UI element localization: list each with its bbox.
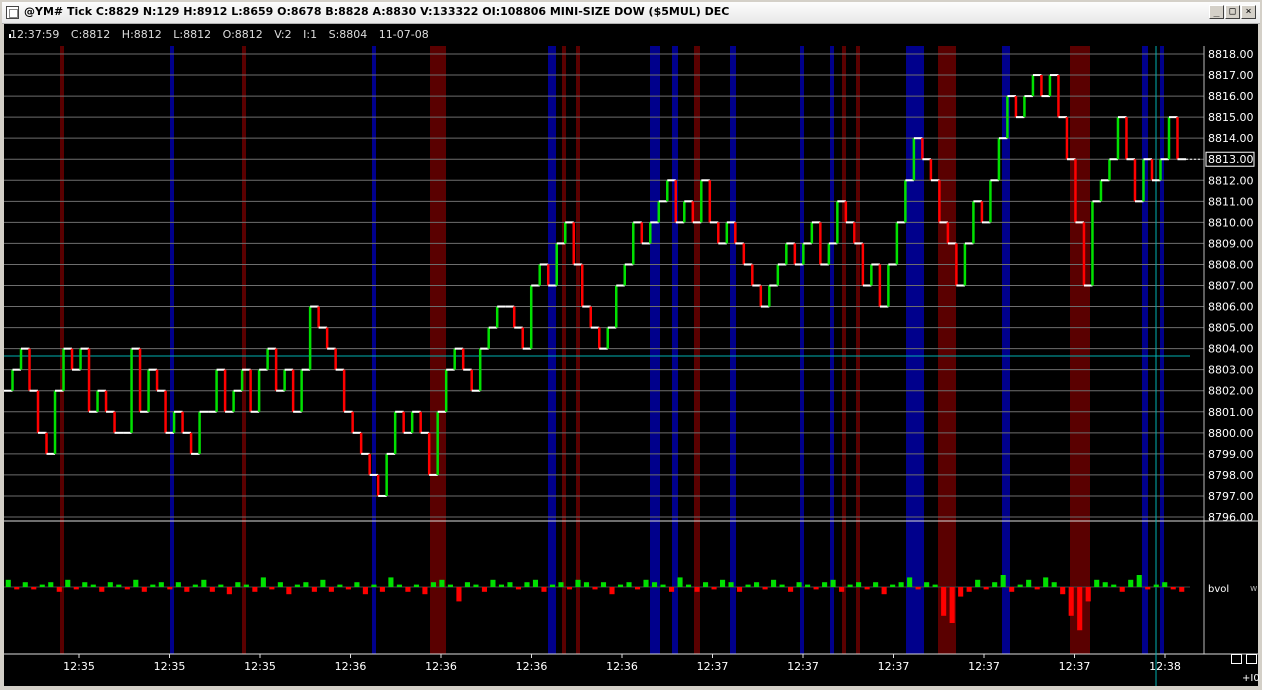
y-tick-label: 8806.00 [1208,301,1254,314]
y-tick-label: 8816.00 [1208,90,1254,103]
info-high: H:8812 [121,28,162,41]
y-tick-label: 8801.00 [1208,406,1254,419]
x-tick-label: 12:35 [244,660,276,673]
y-tick-label: 8804.00 [1208,343,1254,356]
window-title: @YM# Tick C:8829 N:129 H:8912 L:8659 O:8… [24,5,730,18]
chart-area[interactable]: 8818.00 8817.00 8816.00 8815.00 8814.00 8813.… [4,24,1260,686]
session-band-blue [1160,46,1164,654]
chart-window: @YM# Tick C:8829 N:129 H:8912 L:8659 O:8… [0,0,1262,690]
panel-toggle-button-1[interactable] [1231,654,1242,664]
session-band-red [242,46,246,654]
y-tick-label: 8799.00 [1208,448,1254,461]
session-band-red [938,46,956,654]
y-tick-label: 8810.00 [1208,216,1254,229]
session-band-red [562,46,566,654]
x-tick-label: 12:36 [606,660,638,673]
session-band-red [430,46,446,654]
session-band-blue [548,46,556,654]
session-band-blue [672,46,678,654]
session-band-blue [170,46,174,654]
x-tick-label: 12:37 [787,660,819,673]
y-tick-label: 8800.00 [1208,427,1254,440]
y-tick-label: 8807.00 [1208,280,1254,293]
session-band-blue [1142,46,1148,654]
info-s: S:8804 [328,28,368,41]
w-label: w [1250,584,1258,594]
x-tick-label: 12:37 [1059,660,1091,673]
y-tick-label: 8798.00 [1208,469,1254,482]
session-band-red [842,46,846,654]
price-chart[interactable]: 8818.00 8817.00 8816.00 8815.00 8814.00 8813.… [4,24,1258,686]
session-band-blue [730,46,736,654]
app-icon[interactable] [6,6,19,19]
x-tick-label: 12:35 [154,660,186,673]
y-tick-label: 8813.00 [1208,153,1254,166]
x-tick-label: 12:37 [968,660,1000,673]
title-bar[interactable]: @YM# Tick C:8829 N:129 H:8912 L:8659 O:8… [2,2,1260,24]
y-tick-label: 8805.00 [1208,322,1254,335]
session-band-blue [800,46,804,654]
session-band-red [856,46,860,654]
session-band-red [694,46,700,654]
session-band-blue [830,46,834,654]
x-tick-label: 12:38 [1149,660,1181,673]
y-tick-label: 8815.00 [1208,111,1254,124]
panel-toggle-button-2[interactable] [1246,654,1257,664]
minimize-button[interactable]: _ [1209,5,1224,19]
y-tick-label: 8797.00 [1208,490,1254,503]
y-tick-label: 8796.00 [1208,511,1254,524]
y-tick-label: 8802.00 [1208,385,1254,398]
x-tick-label: 12:37 [878,660,910,673]
x-tick-label: 12:36 [335,660,367,673]
panel-add-label[interactable]: +I0 [1242,673,1260,684]
maximize-button[interactable]: □ [1225,5,1240,19]
info-volume: V:2 [274,28,292,41]
info-time: 12:37:59 [10,28,60,41]
y-tick-label: 8811.00 [1208,195,1254,208]
info-open: O:8812 [222,28,263,41]
session-band-blue [372,46,376,654]
bvol-label: bvol [1208,584,1230,595]
session-band-blue [650,46,660,654]
y-tick-label: 8812.00 [1208,174,1254,187]
info-date: 11-07-08 [378,28,429,41]
y-tick-label: 8803.00 [1208,364,1254,377]
y-tick-label: 8818.00 [1208,48,1254,61]
x-tick-label: 12:37 [697,660,729,673]
session-band-red [576,46,580,654]
y-tick-label: 8808.00 [1208,258,1254,271]
x-tick-label: 12:35 [63,660,95,673]
info-bar: 12:37:59 C:8812 H:8812 L:8812 O:8812 V:2… [10,28,437,41]
y-tick-label: 8814.00 [1208,132,1254,145]
x-tick-label: 12:36 [425,660,457,673]
y-tick-label: 8817.00 [1208,69,1254,82]
info-index: I:1 [303,28,318,41]
info-low: L:8812 [173,28,212,41]
close-button[interactable]: × [1241,5,1256,19]
x-tick-label: 12:36 [516,660,548,673]
session-band-red [1070,46,1090,654]
info-close: C:8812 [70,28,111,41]
y-tick-label: 8809.00 [1208,237,1254,250]
